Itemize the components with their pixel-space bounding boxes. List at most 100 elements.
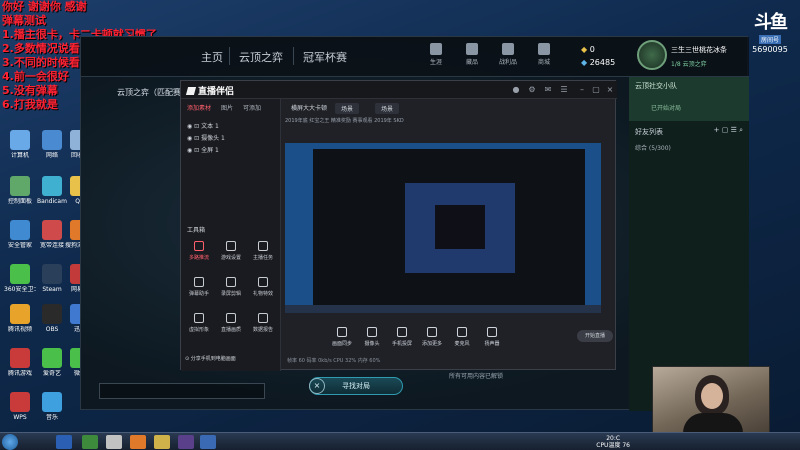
- tool-button[interactable]: 主播任务: [249, 241, 277, 261]
- game-footer-text: 所有可用内容已解锁: [449, 373, 504, 380]
- app-icon: [42, 264, 62, 284]
- nav-profile-label: 生涯: [429, 59, 442, 66]
- friends-panel: 云顶社交小队 已开始对局 好友列表 + ▢ ☰ ⌕ 综合 (5/300): [629, 77, 749, 411]
- tab-more[interactable]: 可添加: [243, 103, 261, 112]
- tab-champion-cup[interactable]: 冠军杯赛: [303, 49, 347, 65]
- desktop-icon[interactable]: 腾讯游戏: [4, 348, 36, 377]
- be-value: 26485: [589, 58, 616, 67]
- party-box[interactable]: 云顶社交小队 已开始对局: [629, 77, 749, 121]
- avatar[interactable]: ●: [511, 85, 521, 95]
- app-icon[interactable]: [130, 435, 146, 449]
- desktop-icon[interactable]: 安全管家: [4, 220, 36, 249]
- rp-value: 0: [589, 45, 595, 54]
- app-icon: [42, 304, 62, 324]
- tab-home[interactable]: 主页: [201, 49, 223, 65]
- desktop-icon[interactable]: WPS: [4, 392, 36, 421]
- tool-label: 礼物特效: [252, 291, 273, 297]
- mobile-share-link[interactable]: ⊙ 分享手机到电脑画面: [185, 355, 236, 362]
- source-label: 文本 1: [201, 123, 219, 130]
- tool-label: 弹幕助手: [188, 291, 209, 297]
- stream-control-bar: 画面同步 摄像头 手机投屏 添加更多 麦克风 扬声器 开始直播 帧率 60 码率 0kb/…: [281, 321, 617, 371]
- close-icon[interactable]: ×: [309, 378, 325, 394]
- control-label: 添加更多: [421, 341, 442, 347]
- word-icon[interactable]: [56, 435, 72, 449]
- tool-icon: [226, 241, 236, 251]
- source-item[interactable]: ◉ ⊡ 文本 1: [187, 121, 219, 130]
- source-item[interactable]: ◉ ⊡ 摄像头 1: [187, 133, 225, 142]
- tool-button[interactable]: 数据报告: [249, 313, 277, 333]
- nav-profile[interactable]: 生涯: [425, 43, 447, 66]
- scene-tab[interactable]: 场景: [335, 103, 360, 114]
- maximize-icon[interactable]: ▢: [591, 85, 601, 95]
- currency-box: ◆ 0 ◆ 26485: [581, 43, 615, 69]
- desktop-icon[interactable]: 360安全卫士: [4, 264, 36, 293]
- app-icon[interactable]: [154, 435, 170, 449]
- tool-label: 直播画质: [220, 327, 241, 333]
- control-button[interactable]: 扬声器: [475, 327, 509, 347]
- control-label: 手机投屏: [391, 341, 412, 347]
- clock-time: 20:C: [606, 435, 621, 442]
- desktop-icon-label: 腾讯视频: [7, 326, 32, 333]
- stream-software-window[interactable]: 直播伴侣 ● ⚙ ✉ ☰ – ▢ × 添加素材 图片 可添加 ◉ ⊡ 文本 1 …: [180, 80, 617, 371]
- control-icon: [337, 327, 347, 337]
- tool-button[interactable]: 多路推流: [185, 241, 213, 261]
- tab-tft[interactable]: 云顶之弈: [239, 49, 283, 65]
- desktop-icon-label: 音乐: [45, 414, 58, 421]
- taskbar: 20:C CPU温度 76: [0, 432, 800, 450]
- menu-icon[interactable]: ☰: [559, 85, 569, 95]
- app-icon[interactable]: [106, 435, 122, 449]
- control-button[interactable]: 添加更多: [415, 327, 449, 347]
- tab-image[interactable]: 图片: [221, 103, 233, 112]
- app-icon: [42, 348, 62, 368]
- scene-tab[interactable]: 场景: [375, 103, 400, 114]
- user-status: 1/8 云顶之弈: [671, 61, 707, 68]
- nav-collection[interactable]: 藏品: [461, 43, 483, 66]
- tool-button[interactable]: 录屏剪辑: [217, 277, 245, 297]
- tool-button[interactable]: 礼物特效: [249, 277, 277, 297]
- control-button[interactable]: 画面同步: [325, 327, 359, 347]
- friends-group[interactable]: 综合 (5/300): [629, 143, 749, 152]
- tool-label: 虚拟形象: [188, 327, 209, 333]
- mail-icon[interactable]: ✉: [543, 85, 553, 95]
- control-button[interactable]: 摄像头: [355, 327, 389, 347]
- control-button[interactable]: 麦克风: [445, 327, 479, 347]
- desktop-icon-label: 计算机: [10, 152, 29, 159]
- nav-separator: [293, 47, 294, 65]
- app-icon: [10, 392, 30, 412]
- tab-add-source[interactable]: 添加素材: [187, 103, 211, 112]
- tray-clock[interactable]: 20:C CPU温度 76: [596, 435, 630, 449]
- nav-store[interactable]: 商城: [533, 43, 555, 66]
- tool-label: 数据报告: [252, 327, 273, 333]
- avatar[interactable]: [637, 40, 667, 70]
- control-button[interactable]: 手机投屏: [385, 327, 419, 347]
- mobile-share-label: 分享手机到电脑画面: [190, 356, 236, 362]
- desktop-icon-label: 安全管家: [7, 242, 32, 249]
- desktop-icon[interactable]: 腾讯视频: [4, 304, 36, 333]
- desktop-icon[interactable]: 音乐: [36, 392, 68, 421]
- tool-button[interactable]: 游戏设置: [217, 241, 245, 261]
- tool-button[interactable]: 虚拟形象: [185, 313, 213, 333]
- tool-icon: [194, 241, 204, 251]
- party-status: 已开始对局: [651, 105, 682, 112]
- control-icon: [457, 327, 467, 337]
- source-item[interactable]: ◉ ⊡ 全屏 1: [187, 145, 219, 154]
- excel-icon[interactable]: [82, 435, 98, 449]
- start-button[interactable]: [2, 434, 18, 450]
- settings-icon[interactable]: ⚙: [527, 85, 537, 95]
- room-id: 5690095: [752, 45, 788, 54]
- minimize-icon[interactable]: –: [577, 85, 587, 95]
- app-icon[interactable]: [200, 435, 216, 449]
- tool-button[interactable]: 直播画质: [217, 313, 245, 333]
- chat-input[interactable]: [99, 383, 265, 399]
- blue-essence: ◆ 26485: [581, 56, 615, 69]
- desktop-icon[interactable]: 计算机: [4, 130, 36, 159]
- tool-button[interactable]: 弹幕助手: [185, 277, 213, 297]
- close-icon[interactable]: ×: [605, 85, 615, 95]
- store-icon: [538, 43, 550, 55]
- app-icon[interactable]: [178, 435, 194, 449]
- nav-loot[interactable]: 战利品: [497, 43, 519, 66]
- add-friend-icon[interactable]: + ▢ ☰ ⌕: [714, 126, 743, 135]
- desktop-icon[interactable]: 控制面板: [4, 176, 36, 205]
- go-live-button[interactable]: 开始直播: [577, 330, 613, 342]
- scene-tab[interactable]: 横屏大大卡顿: [291, 103, 327, 112]
